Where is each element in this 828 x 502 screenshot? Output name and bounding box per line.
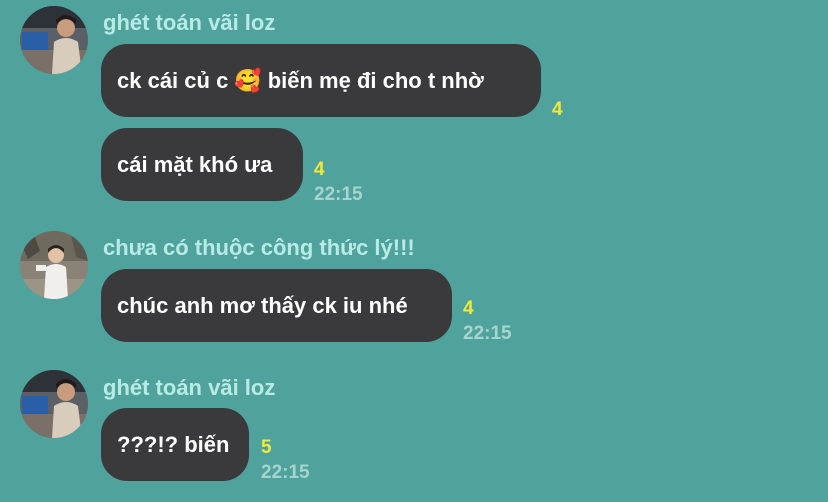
read-count: 5: [261, 437, 272, 458]
message-text: ck cái củ c: [117, 67, 229, 93]
read-count: 4: [314, 159, 325, 180]
avatar[interactable]: [20, 6, 88, 74]
message-text: chúc anh mơ thấy ck iu nhé: [117, 292, 408, 318]
message-text: ???!? biến: [117, 431, 230, 457]
timestamp: 22:15: [261, 462, 310, 483]
sender-name: ghét toán vãi loz: [103, 375, 276, 400]
avatar[interactable]: [20, 370, 88, 438]
avatar[interactable]: [20, 231, 88, 299]
message-bubble[interactable]: chúc anh mơ thấy ck iu nhé: [101, 269, 452, 342]
sender-name: ghét toán vãi loz: [103, 10, 276, 35]
sender-name: chưa có thuộc công thức lý!!!: [103, 235, 415, 260]
chat-view: ghét toán vãi loz ck cái củ c 🥰 biến mẹ …: [0, 0, 828, 502]
message-bubble[interactable]: ???!? biến: [101, 408, 249, 481]
message-text: biến mẹ đi cho t nhờ: [267, 67, 484, 93]
message-bubble[interactable]: cái mặt khó ưa: [101, 128, 303, 201]
message-bubble[interactable]: ck cái củ c 🥰 biến mẹ đi cho t nhờ: [101, 44, 541, 117]
user-photo-desk-icon: [20, 6, 88, 74]
user-photo-desk-icon: [20, 370, 88, 438]
message-text: cái mặt khó ưa: [117, 151, 273, 177]
smiling-face-with-hearts-icon: 🥰: [234, 67, 262, 93]
read-count: 4: [463, 298, 474, 319]
read-count: 4: [552, 99, 563, 120]
timestamp: 22:15: [463, 323, 512, 344]
user-photo-outdoor-icon: [20, 231, 88, 299]
timestamp: 22:15: [314, 184, 363, 205]
